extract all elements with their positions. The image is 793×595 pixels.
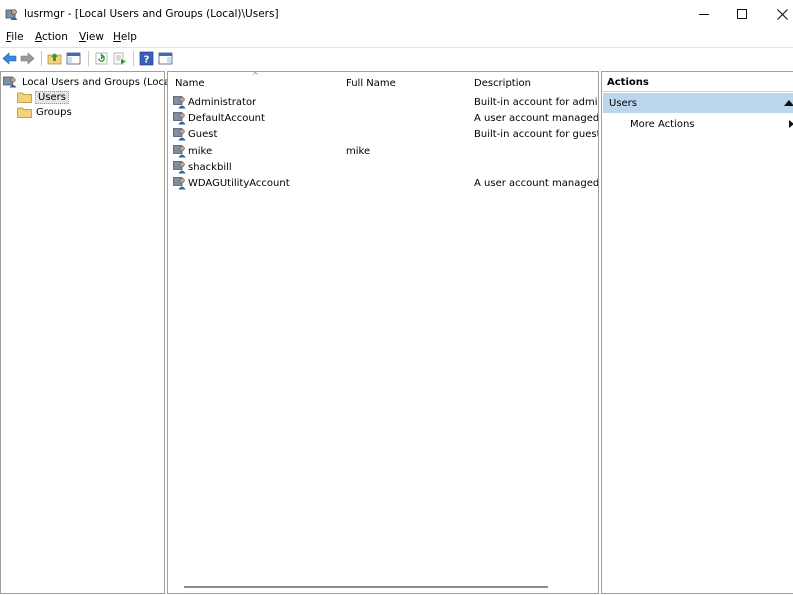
tree-item-users-label: Users: [35, 90, 70, 104]
column-header-name[interactable]: Name: [175, 78, 205, 89]
user-name: DefaultAccount: [188, 113, 265, 125]
menu-help[interactable]: Help: [113, 31, 137, 43]
user-icon: [173, 144, 186, 158]
menu-view[interactable]: View: [79, 31, 104, 43]
menu-file-label: ile: [11, 31, 24, 43]
menu-action-label: ction: [42, 31, 68, 43]
user-name: Administrator: [188, 97, 257, 108]
menu-action[interactable]: Action: [35, 31, 68, 43]
actions-pane: Actions Users More Actions: [601, 71, 793, 594]
up-folder-icon[interactable]: [47, 51, 62, 66]
help-icon[interactable]: ?: [139, 51, 154, 66]
user-row[interactable]: Guest Built-in account for guest a: [168, 126, 598, 142]
refresh-icon[interactable]: [94, 51, 109, 66]
menu-view-label: iew: [85, 31, 104, 43]
console-tree-pane: Local Users and Groups (Local) Users Gro…: [0, 71, 177, 594]
tree-root-label: Local Users and Groups (Local): [22, 76, 177, 88]
close-icon: [776, 8, 788, 20]
user-icon: [173, 112, 186, 125]
show-hide-tree-icon[interactable]: [66, 51, 81, 66]
collapse-icon[interactable]: [784, 100, 793, 106]
tree-item-users[interactable]: Users: [17, 90, 70, 104]
user-name: shackbill: [188, 161, 232, 173]
window-title: lusrmgr - [Local Users and Groups (Local…: [24, 8, 279, 20]
toolbar: ?: [0, 47, 793, 68]
forward-icon[interactable]: [20, 51, 35, 66]
more-actions-label: More Actions: [630, 119, 695, 130]
user-full-name: mike: [346, 145, 371, 157]
svg-text:?: ?: [144, 55, 150, 66]
user-icon: [173, 96, 186, 109]
user-description: Built-in account for guest a: [474, 129, 598, 141]
user-row[interactable]: Administrator Built-in account for admini: [168, 94, 598, 110]
actions-section-label: Users: [609, 98, 638, 109]
user-description: A user account managed an: [474, 178, 598, 189]
user-description: Built-in account for admini: [474, 97, 598, 108]
close-button[interactable]: [760, 0, 793, 28]
user-description: A user account managed by: [474, 113, 598, 125]
folder-icon: [17, 92, 32, 103]
user-icon: [173, 177, 186, 190]
submenu-arrow-icon: [789, 120, 793, 128]
tree-item-groups-label: Groups: [36, 106, 72, 118]
maximize-icon: [737, 9, 747, 19]
list-header: ^ Name Full Name Description: [168, 71, 598, 92]
user-row[interactable]: mike mike: [168, 143, 598, 159]
toolbar-separator: [41, 51, 42, 66]
export-list-icon[interactable]: [112, 51, 127, 66]
title-bar: lusrmgr - [Local Users and Groups (Local…: [0, 0, 793, 28]
horizontal-scrollbar[interactable]: [184, 586, 548, 588]
menu-bar: File Action View Help: [0, 28, 793, 46]
users-console-icon: [5, 9, 18, 20]
folder-icon: [17, 107, 32, 118]
user-list-pane: ^ Name Full Name Description Administrat…: [167, 71, 599, 594]
user-row[interactable]: shackbill: [168, 159, 598, 175]
menu-help-label: elp: [120, 31, 137, 43]
local-users-groups-icon: [3, 76, 17, 88]
menu-help-mnemonic: H: [113, 31, 121, 43]
user-icon: [173, 128, 186, 141]
user-icon: [173, 160, 186, 174]
menu-action-mnemonic: A: [35, 31, 42, 43]
user-name: WDAGUtilityAccount: [188, 178, 290, 189]
user-row[interactable]: DefaultAccount A user account managed by: [168, 110, 598, 126]
sort-ascending-icon: ^: [252, 71, 259, 80]
more-actions-item[interactable]: More Actions: [603, 115, 793, 133]
show-hide-action-pane-icon[interactable]: [158, 51, 173, 66]
column-header-full-name[interactable]: Full Name: [346, 78, 396, 89]
column-header-description[interactable]: Description: [474, 78, 531, 89]
toolbar-separator: [133, 51, 134, 66]
toolbar-separator: [88, 51, 89, 66]
tree-root-item[interactable]: Local Users and Groups (Local): [3, 75, 178, 89]
maximize-button[interactable]: [720, 0, 764, 28]
actions-section-users[interactable]: Users: [603, 93, 793, 113]
user-name: Guest: [188, 129, 218, 141]
minimize-icon: [699, 13, 709, 15]
user-name: mike: [188, 145, 213, 157]
tree-item-groups[interactable]: Groups: [17, 105, 73, 119]
menu-view-mnemonic: V: [79, 31, 86, 43]
back-icon[interactable]: [2, 51, 17, 66]
menu-file[interactable]: File: [6, 31, 24, 43]
actions-title: Actions: [602, 72, 793, 92]
user-row[interactable]: WDAGUtilityAccount A user account managed…: [168, 175, 598, 191]
